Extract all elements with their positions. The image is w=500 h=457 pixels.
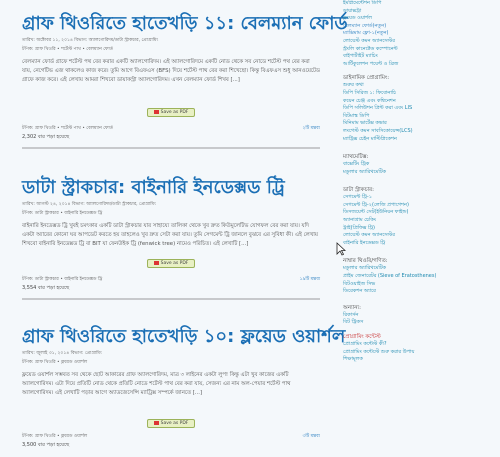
sidebar-nt-links: মডুলার অ্যারিথমেটিক প্রাইম জেনারেটর (Siev… xyxy=(343,265,500,295)
sidebar-link[interactable]: সেগমেন্ট ট্রি-১ xyxy=(343,194,500,202)
sidebar-link[interactable]: মিনিমাম ভার্টেক্স কভার xyxy=(343,120,500,128)
sidebar-link[interactable]: বেলম্যান ফোর্ড(নতুন) xyxy=(343,23,500,31)
post-footer: টপিক: ডাটা স্ট্রাকচার • বাইনারি ইনডেক্সড… xyxy=(22,277,320,283)
sidebar-link[interactable]: মডুলার অ্যারিথমেটিক xyxy=(343,265,500,273)
post-meta: তারিখ: আগস্ট ২৪, ২০১৪ বিভাগ: অ্যালগোরিদম… xyxy=(22,202,156,207)
sidebar-link[interactable]: প্রাইম জেনারেটর (Sieve of Eratosthenes) xyxy=(343,273,500,281)
sidebar-heading-dp: ডাইনামিক প্রোগ্রামিং: xyxy=(343,75,390,82)
sidebar-heading-misc: অন্যান্য: xyxy=(343,304,361,311)
sidebar-dp-links: শুরুর কথা ডিপি সিরিজ ১: ফিবোনাচি কয়েন চেঞ… xyxy=(343,82,500,143)
sidebar-math-links: বাক্সেটিং ট্রিক মডুলার অ্যারিথমেটিক xyxy=(343,161,500,176)
sidebar-link[interactable]: লোয়েস্ট কমন অ্যানসেস্টর xyxy=(343,232,500,240)
sidebar-link[interactable]: বাইপার্টাইট ম্যাচিং xyxy=(343,53,500,61)
comments-link[interactable]: ২টি মন্তব্য xyxy=(302,126,320,132)
post-footer: টপিক: গ্রাফ থিওরি • ফ্লয়েড ওয়ার্শল ৩টি… xyxy=(22,434,320,440)
sidebar-link[interactable]: অ্যানাগ্রাম চেকিং xyxy=(343,217,500,225)
sidebar-link[interactable]: বাইনারি ইনডেক্সড ট্রি xyxy=(343,240,500,248)
post-tags[interactable]: টপিক: ডাটা স্ট্রাকচার • বাইনারি ইনডেক্সড… xyxy=(22,211,320,217)
pdf-icon xyxy=(153,420,159,425)
sidebar-heading-math: ম্যাথমেটিক্স: xyxy=(343,154,369,161)
sidebar-link[interactable]: ম্যাক্সিমাম ফ্লো-১(নতুন) xyxy=(343,30,500,38)
post-title[interactable]: গ্রাফ থিওরিতে হাতেখড়ি ১১: বেলম্যান ফোর্… xyxy=(22,13,348,35)
save-pdf-button[interactable]: Save as PDF xyxy=(147,108,195,117)
post-divider xyxy=(22,147,320,149)
post-tags[interactable]: টপিক: গ্রাফ থিওরি • ফ্লয়েড ওয়ার্শল xyxy=(22,360,320,366)
pdf-icon xyxy=(153,260,159,265)
sidebar-link[interactable]: ইমপ্লিমেন্টেশন ডিপি xyxy=(343,0,500,8)
sidebar-link[interactable]: আর্টিকুলেশন পয়েন্ট ও ব্রিজ xyxy=(343,61,500,69)
post-card: গ্রাফ থিওরিতে হাতেখড়ি ১০: ফ্লয়েড ওয়ার… xyxy=(22,326,345,407)
save-pdf-button[interactable]: Save as PDF xyxy=(147,419,195,428)
view-count: 3,554 বার পড়া হয়েছে xyxy=(22,285,70,291)
sidebar-link[interactable]: ডিপি সলিউশন প্রিন্ট করা এবং LIS xyxy=(343,105,500,113)
sidebar-link[interactable]: লংগেস্ট কমন সাবসিকোয়েন্স(LCS) xyxy=(343,128,500,136)
sidebar-ds-links: সেগমেন্ট ট্রি-১ সেগমেন্ট ট্রি-২(লেজি প্রপ… xyxy=(343,194,500,247)
sidebar-link[interactable]: কয়েন চেঞ্জ এবং কম্বিনেশন xyxy=(343,98,500,106)
comments-link[interactable]: ১৯টি মন্তব্য xyxy=(300,277,320,283)
post-divider xyxy=(22,298,320,300)
post-excerpt: ফ্লয়েড ওয়ার্শল সম্ভবত সব থেকে ছোট আকার… xyxy=(22,372,291,396)
sidebar-misc-links: রিকার্সন বিট ট্রিকস xyxy=(343,312,500,327)
post-tags[interactable]: টপিক: গ্রাফ থিওরি • শর্টেস্ট পাথ • বেলম্… xyxy=(22,47,320,53)
post-topics[interactable]: টপিক: গ্রাফ থিওরি • শর্টেস্ট পাথ • বেলম্… xyxy=(22,126,113,131)
sidebar-link[interactable]: লোয়েস্ট কমন অ্যানসেস্টর xyxy=(343,38,500,46)
sidebar-link[interactable]: বিটওয়াইজ সিভ xyxy=(343,281,500,289)
view-count: 3,500 বার পড়া হয়েছে xyxy=(22,442,70,448)
post-topics[interactable]: টপিক: গ্রাফ থিওরি • ফ্লয়েড ওয়ার্শল xyxy=(22,434,87,439)
sidebar-link[interactable]: প্রোগ্রামিং কন্টেস্টে শুরু করার উপায় xyxy=(343,349,500,357)
sidebar-link[interactable]: ডিপি সিরিজ ১: ফিবোনাচি xyxy=(343,90,500,98)
sidebar-link[interactable]: ডিরেকশন অ্যারে xyxy=(343,288,500,296)
sidebar-link[interactable]: রিকার্সন xyxy=(343,312,500,320)
comments-link[interactable]: ৩টি মন্তব্য xyxy=(302,434,320,440)
save-pdf-button[interactable]: Save as PDF xyxy=(147,259,195,268)
post-excerpt: বাইনারি ইনডেক্সড ট্রি খুবই চমৎকার একটি ড… xyxy=(22,223,318,247)
post-title[interactable]: ডাটা স্ট্রাকচার: বাইনারি ইনডেক্সড ট্রি xyxy=(22,177,320,199)
view-count: 2,302 বার পড়া হয়েছে xyxy=(22,134,70,140)
sidebar-link[interactable]: ফ্লয়েড ওয়ার্শল xyxy=(343,15,500,23)
post-topics[interactable]: টপিক: ডাটা স্ট্রাকচার • বাইনারি ইনডেক্সড… xyxy=(22,277,102,282)
sidebar-contest-links: প্রোগ্রামিং কন্টেস্ট কী? প্রোগ্রামিং কন্ট… xyxy=(343,341,500,364)
sidebar-link[interactable]: বাক্সেটিং ট্রিক xyxy=(343,161,500,169)
sidebar-graph-links: ইমপ্লিমেন্টেশন ডিপি ডায়াক্সট্রা ফ্লয়েড ও… xyxy=(343,0,500,68)
post-meta: তারিখ: জুলাই ৩১, ২০১৪ বিভাগ: প্রোগ্রামিং xyxy=(22,351,102,356)
sidebar-link[interactable]: শুরুর কথা xyxy=(343,82,500,90)
sidebar-link[interactable]: শিক্ষামূলক xyxy=(343,356,500,364)
sidebar-link[interactable]: মডুলার অ্যারিথমেটিক xyxy=(343,169,500,177)
pdf-icon xyxy=(153,109,159,114)
post-card: গ্রাফ থিওরিতে হাতেখড়ি ১১: বেলম্যান ফোর্… xyxy=(22,13,348,94)
main-content: গ্রাফ থিওরিতে হাতেখড়ি ১১: বেলম্যান ফোর্… xyxy=(0,0,348,457)
sidebar-link[interactable]: বিট ট্রিকস xyxy=(343,319,500,327)
sidebar-heading-contest: প্রোগ্রামিং কন্টেস্ট xyxy=(343,334,381,340)
sidebar-link[interactable]: ডিসজয়েন্ট সেট(ইউনিয়ন ফাইন্ড) xyxy=(343,209,500,217)
post-footer: টপিক: গ্রাফ থিওরি • শর্টেস্ট পাথ • বেলম্… xyxy=(22,126,320,132)
sidebar-link[interactable]: ম্যাট্রিক্স চেইন মাল্টিপ্লিকেশন xyxy=(343,136,500,144)
post-excerpt: বেলম্যান ফোর্ড গ্রাফে শর্টেস্ট পথ বের কর… xyxy=(22,59,320,83)
sidebar-link[interactable]: প্রোগ্রামিং কন্টেস্ট কী? xyxy=(343,341,500,349)
post-title[interactable]: গ্রাফ থিওরিতে হাতেখড়ি ১০: ফ্লয়েড ওয়ার… xyxy=(22,326,345,348)
sidebar: ইমপ্লিমেন্টেশন ডিপি ডায়াক্সট্রা ফ্লয়েড ও… xyxy=(343,0,500,457)
post-card: ডাটা স্ট্রাকচার: বাইনারি ইনডেক্সড ট্রি ত… xyxy=(22,177,320,258)
post-meta: তারিখ: অক্টোবর ১১, ২০১৪ বিভাগ: অ্যালগোরি… xyxy=(22,38,159,43)
